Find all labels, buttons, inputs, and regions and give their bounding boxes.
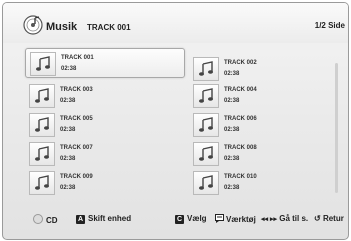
track-name: TRACK 002 <box>224 60 257 66</box>
track-name: TRACK 009 <box>60 174 93 180</box>
music-note-icon <box>193 171 219 195</box>
track-item-3[interactable]: TRACK 003 02:38 <box>25 81 185 111</box>
track-duration: 02:38 <box>224 156 240 162</box>
track-item-5[interactable]: TRACK 005 02:38 <box>25 110 185 140</box>
track-name: TRACK 003 <box>60 87 93 93</box>
return-label: Retur <box>322 214 344 223</box>
go-to-page-hint[interactable]: ◂◂ ▸▸ Gå til s. <box>261 214 308 225</box>
music-note-icon <box>193 142 219 166</box>
track-name: TRACK 008 <box>224 145 257 151</box>
track-item-10[interactable]: TRACK 010 02:38 <box>189 168 348 198</box>
cd-hint[interactable]: CD <box>33 214 58 225</box>
tools-hint[interactable]: Værktøj <box>215 214 256 225</box>
track-duration: 02:38 <box>60 127 76 133</box>
go-to-page-label: Gå til s. <box>279 214 309 223</box>
track-duration: 02:38 <box>60 185 76 191</box>
music-note-icon <box>29 84 55 108</box>
track-name: TRACK 010 <box>224 174 257 180</box>
track-duration: 02:38 <box>61 66 77 72</box>
track-item-1[interactable]: TRACK 001 02:38 <box>25 48 185 78</box>
track-duration: 02:38 <box>224 185 240 191</box>
change-device-hint[interactable]: A Skift enhed <box>76 214 131 225</box>
return-icon: ↺ <box>314 214 321 223</box>
music-note-icon <box>29 113 55 137</box>
track-duration: 02:38 <box>224 71 240 77</box>
track-item-9[interactable]: TRACK 009 02:38 <box>25 168 185 198</box>
cd-label: CD <box>46 216 58 225</box>
track-name: TRACK 005 <box>60 116 93 122</box>
skip-arrows-icon: ◂◂ ▸▸ <box>261 216 277 223</box>
music-note-icon <box>193 57 219 81</box>
music-note-icon <box>193 113 219 137</box>
tools-label: Værktøj <box>226 215 256 224</box>
track-duration: 02:38 <box>60 156 76 162</box>
track-item-8[interactable]: TRACK 008 02:38 <box>189 139 348 169</box>
track-duration: 02:38 <box>224 127 240 133</box>
track-item-4[interactable]: TRACK 004 02:38 <box>189 81 348 111</box>
music-screen: Musik TRACK 001 1/2 Side TRACK 001 02:38… <box>2 2 349 240</box>
track-name: TRACK 004 <box>224 87 257 93</box>
track-name: TRACK 007 <box>60 145 93 151</box>
music-note-icon <box>29 171 55 195</box>
a-key-icon: A <box>76 215 85 224</box>
music-note-icon <box>29 142 55 166</box>
track-item-7[interactable]: TRACK 007 02:38 <box>25 139 185 169</box>
scrollbar[interactable] <box>335 63 338 193</box>
tools-icon <box>215 214 224 223</box>
track-item-2[interactable]: TRACK 002 02:38 <box>189 54 348 84</box>
select-hint[interactable]: C Vælg <box>175 214 207 225</box>
music-note-icon <box>193 84 219 108</box>
c-key-icon: C <box>175 215 184 224</box>
return-hint[interactable]: ↺ Retur <box>314 214 344 225</box>
track-duration: 02:38 <box>60 98 76 104</box>
track-name: TRACK 006 <box>224 116 257 122</box>
navigation-disc-icon <box>33 214 43 224</box>
select-label: Vælg <box>187 214 207 223</box>
change-device-label: Skift enhed <box>88 214 132 223</box>
footer-hints: CD A Skift enhed C Vælg Værktøj ◂◂ ▸▸ Gå t… <box>3 203 348 239</box>
track-item-6[interactable]: TRACK 006 02:38 <box>189 110 348 140</box>
track-duration: 02:38 <box>224 98 240 104</box>
track-name: TRACK 001 <box>61 55 94 61</box>
music-note-icon <box>30 52 56 76</box>
